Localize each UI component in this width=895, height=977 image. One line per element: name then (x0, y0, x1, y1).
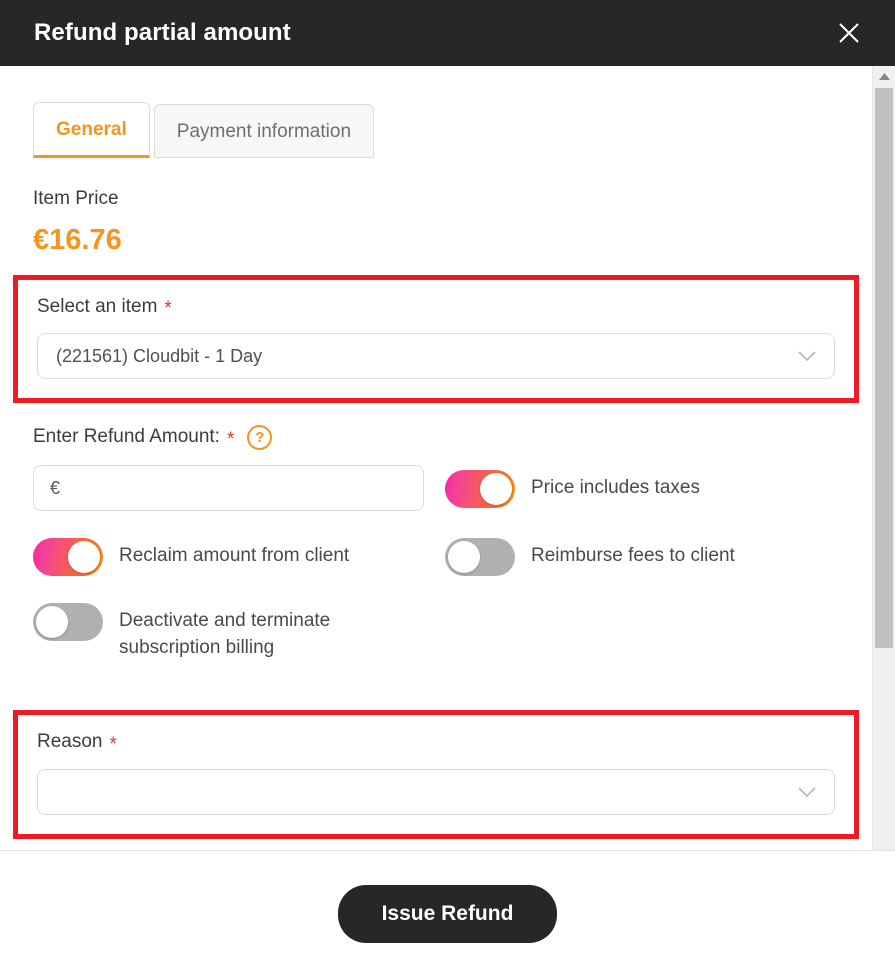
refund-amount-row: Enter Refund Amount: * ? Price includes … (0, 403, 872, 512)
toggle-row: Reclaim amount from client (33, 537, 350, 577)
issue-refund-button[interactable]: Issue Refund (337, 885, 558, 943)
required-asterisk: * (164, 298, 172, 320)
select-item-label-row: Select an item * (37, 296, 835, 319)
tab-bar: General Payment information (0, 66, 872, 158)
refund-amount-label-row: Enter Refund Amount: * ? (33, 425, 445, 451)
scroll-up-arrow-glyph (878, 72, 890, 80)
select-item-dropdown[interactable]: (221561) Cloudbit - 1 Day (37, 333, 835, 380)
toggle-label-price-includes-taxes: Price includes taxes (531, 477, 700, 499)
select-item-label: Select an item (37, 295, 158, 317)
chevron-down-icon (796, 785, 818, 799)
toggle-label-reclaim-amount-from-client: Reclaim amount from client (119, 545, 350, 567)
chevron-down-icon (796, 349, 818, 363)
modal-header: Refund partial amount (0, 0, 895, 66)
toggle-deactivate-terminate-subscription-billing[interactable] (33, 603, 103, 642)
toggle-row: Deactivate and terminate subscription bi… (33, 602, 419, 662)
refund-amount-label: Enter Refund Amount: (33, 426, 220, 448)
required-asterisk: * (109, 734, 117, 756)
toggle-knob (68, 541, 100, 574)
item-price-block: Item Price €16.76 (0, 158, 872, 257)
reason-label-row: Reason * (37, 731, 835, 754)
scrollbar-thumb[interactable] (875, 88, 893, 648)
scroll-up-arrow-icon[interactable] (873, 66, 895, 86)
chevron-down-glyph (798, 351, 816, 362)
refund-amount-input[interactable] (33, 465, 424, 512)
help-icon[interactable]: ? (247, 425, 273, 451)
tab-payment-information[interactable]: Payment information (153, 104, 375, 158)
refund-modal: Refund partial amount General Payment in… (0, 0, 895, 977)
modal-footer: Issue Refund (0, 850, 895, 977)
modal-body-wrapper: General Payment information Item Price €… (0, 66, 895, 850)
reason-highlight: Reason * (13, 710, 859, 840)
chevron-down-glyph (798, 787, 816, 798)
price-includes-taxes-toggle-cell: Price includes taxes (445, 425, 872, 509)
toggle-grid: Reclaim amount from client Reimburse fee… (0, 511, 872, 688)
refund-amount-field: Enter Refund Amount: * ? (33, 425, 445, 512)
toggle-row: Reimburse fees to client (445, 537, 735, 577)
item-price-value: €16.76 (33, 223, 122, 256)
toggle-label-reimburse-fees-to-client: Reimburse fees to client (531, 545, 735, 567)
close-icon[interactable] (829, 13, 869, 53)
required-asterisk: * (226, 429, 235, 451)
toggle-knob (480, 473, 512, 506)
item-price-label: Item Price (33, 187, 119, 209)
toggle-knob (448, 541, 480, 574)
reason-dropdown[interactable] (37, 769, 835, 816)
tab-general[interactable]: General (33, 102, 150, 158)
toggle-price-includes-taxes[interactable] (445, 470, 515, 509)
vertical-scrollbar[interactable] (872, 66, 895, 850)
reclaim-amount-toggle-cell: Reclaim amount from client (33, 537, 445, 577)
page-title: Refund partial amount (34, 19, 291, 46)
reimburse-fees-toggle-cell: Reimburse fees to client (445, 537, 857, 577)
toggle-label-deactivate-terminate-subscription-billing: Deactivate and terminate subscription bi… (119, 610, 331, 659)
reason-label: Reason (37, 731, 103, 753)
toggle-reimburse-fees-to-client[interactable] (445, 538, 515, 577)
close-x-glyph (839, 23, 859, 43)
modal-body: General Payment information Item Price €… (0, 66, 872, 850)
toggle-reclaim-amount-from-client[interactable] (33, 538, 103, 577)
deactivate-subscription-toggle-cell: Deactivate and terminate subscription bi… (33, 602, 445, 662)
select-item-value: (221561) Cloudbit - 1 Day (56, 345, 263, 366)
toggle-row: Price includes taxes (445, 469, 700, 509)
select-item-highlight: Select an item * (221561) Cloudbit - 1 D… (13, 274, 859, 404)
toggle-knob (36, 606, 68, 639)
form-content: General Payment information Item Price €… (0, 66, 872, 840)
